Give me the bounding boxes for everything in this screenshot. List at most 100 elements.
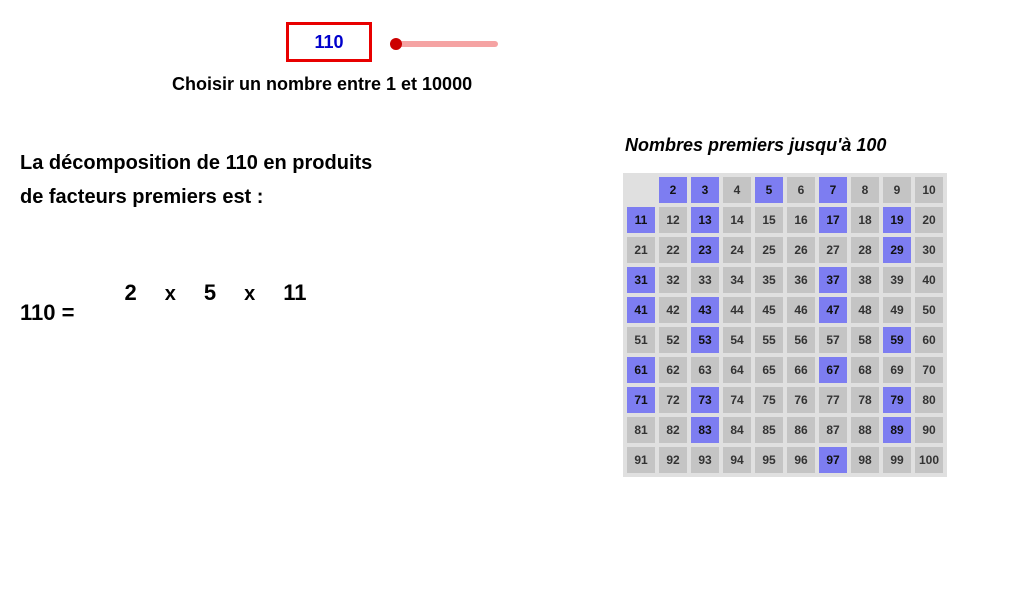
prime-cell: 70: [915, 357, 943, 383]
prime-cell: 29: [883, 237, 911, 263]
prime-cell: 49: [883, 297, 911, 323]
prime-cell: 22: [659, 237, 687, 263]
prime-cell: 79: [883, 387, 911, 413]
prime-cell: 46: [787, 297, 815, 323]
prime-cell: 50: [915, 297, 943, 323]
prime-cell-empty: [627, 177, 655, 203]
prime-cell: 23: [691, 237, 719, 263]
decomp-title-line2: de facteurs premiers est :: [20, 186, 263, 208]
prime-cell: 84: [723, 417, 751, 443]
prime-cell: 21: [627, 237, 655, 263]
instruction-text: Choisir un nombre entre 1 et 10000: [172, 74, 472, 95]
prime-cell: 61: [627, 357, 655, 383]
decomposition-title: La décomposition de 110 en produits de f…: [20, 146, 372, 214]
prime-cell: 28: [851, 237, 879, 263]
prime-cell: 2: [659, 177, 687, 203]
number-input-box[interactable]: 110: [286, 22, 372, 62]
prime-cell: 44: [723, 297, 751, 323]
factor-value: 2: [124, 280, 136, 306]
decomp-lhs: 110 =: [20, 300, 74, 326]
decomp-title-line1: La décomposition de 110 en produits: [20, 152, 372, 174]
prime-cell: 9: [883, 177, 911, 203]
prime-cell: 33: [691, 267, 719, 293]
prime-table-title: Nombres premiers jusqu'à 100: [625, 135, 886, 156]
prime-cell: 63: [691, 357, 719, 383]
prime-cell: 68: [851, 357, 879, 383]
prime-cell: 95: [755, 447, 783, 473]
prime-cell: 57: [819, 327, 847, 353]
prime-cell: 60: [915, 327, 943, 353]
prime-cell: 40: [915, 267, 943, 293]
prime-cell: 56: [787, 327, 815, 353]
prime-cell: 99: [883, 447, 911, 473]
slider-thumb[interactable]: [390, 38, 402, 50]
prime-cell: 16: [787, 207, 815, 233]
prime-cell: 97: [819, 447, 847, 473]
prime-cell: 11: [627, 207, 655, 233]
prime-cell: 59: [883, 327, 911, 353]
prime-cell: 98: [851, 447, 879, 473]
prime-cell: 67: [819, 357, 847, 383]
prime-cell: 38: [851, 267, 879, 293]
prime-cell: 83: [691, 417, 719, 443]
decomposition-equation: 110 = 2x5x11: [20, 280, 316, 306]
prime-cell: 37: [819, 267, 847, 293]
prime-cell: 32: [659, 267, 687, 293]
prime-cell: 76: [787, 387, 815, 413]
prime-cell: 43: [691, 297, 719, 323]
prime-cell: 77: [819, 387, 847, 413]
slider-track: [393, 41, 498, 47]
times-symbol: x: [165, 283, 176, 306]
prime-cell: 64: [723, 357, 751, 383]
prime-cell: 34: [723, 267, 751, 293]
prime-cell: 62: [659, 357, 687, 383]
prime-cell: 6: [787, 177, 815, 203]
prime-cell: 71: [627, 387, 655, 413]
prime-cell: 12: [659, 207, 687, 233]
prime-cell: 8: [851, 177, 879, 203]
prime-cell: 91: [627, 447, 655, 473]
prime-cell: 24: [723, 237, 751, 263]
prime-cell: 74: [723, 387, 751, 413]
prime-cell: 78: [851, 387, 879, 413]
prime-cell: 100: [915, 447, 943, 473]
prime-cell: 27: [819, 237, 847, 263]
prime-cell: 47: [819, 297, 847, 323]
number-value: 110: [314, 32, 343, 53]
prime-cell: 5: [755, 177, 783, 203]
prime-cell: 93: [691, 447, 719, 473]
prime-cell: 45: [755, 297, 783, 323]
prime-cell: 35: [755, 267, 783, 293]
prime-cell: 85: [755, 417, 783, 443]
prime-cell: 86: [787, 417, 815, 443]
prime-cell: 89: [883, 417, 911, 443]
prime-cell: 51: [627, 327, 655, 353]
factor-value: 5: [204, 280, 216, 306]
prime-cell: 94: [723, 447, 751, 473]
prime-cell: 41: [627, 297, 655, 323]
prime-cell: 58: [851, 327, 879, 353]
prime-cell: 14: [723, 207, 751, 233]
prime-grid: 2345678910111213141516171819202122232425…: [623, 173, 947, 477]
factor-value: 11: [283, 280, 306, 306]
prime-cell: 66: [787, 357, 815, 383]
prime-cell: 17: [819, 207, 847, 233]
prime-cell: 48: [851, 297, 879, 323]
prime-cell: 36: [787, 267, 815, 293]
prime-cell: 65: [755, 357, 783, 383]
prime-cell: 15: [755, 207, 783, 233]
prime-cell: 82: [659, 417, 687, 443]
value-slider[interactable]: [393, 38, 508, 50]
prime-cell: 39: [883, 267, 911, 293]
prime-cell: 54: [723, 327, 751, 353]
prime-cell: 53: [691, 327, 719, 353]
prime-cell: 73: [691, 387, 719, 413]
prime-cell: 30: [915, 237, 943, 263]
prime-cell: 80: [915, 387, 943, 413]
prime-cell: 26: [787, 237, 815, 263]
prime-cell: 13: [691, 207, 719, 233]
prime-cell: 10: [915, 177, 943, 203]
prime-cell: 87: [819, 417, 847, 443]
prime-cell: 90: [915, 417, 943, 443]
prime-cell: 55: [755, 327, 783, 353]
